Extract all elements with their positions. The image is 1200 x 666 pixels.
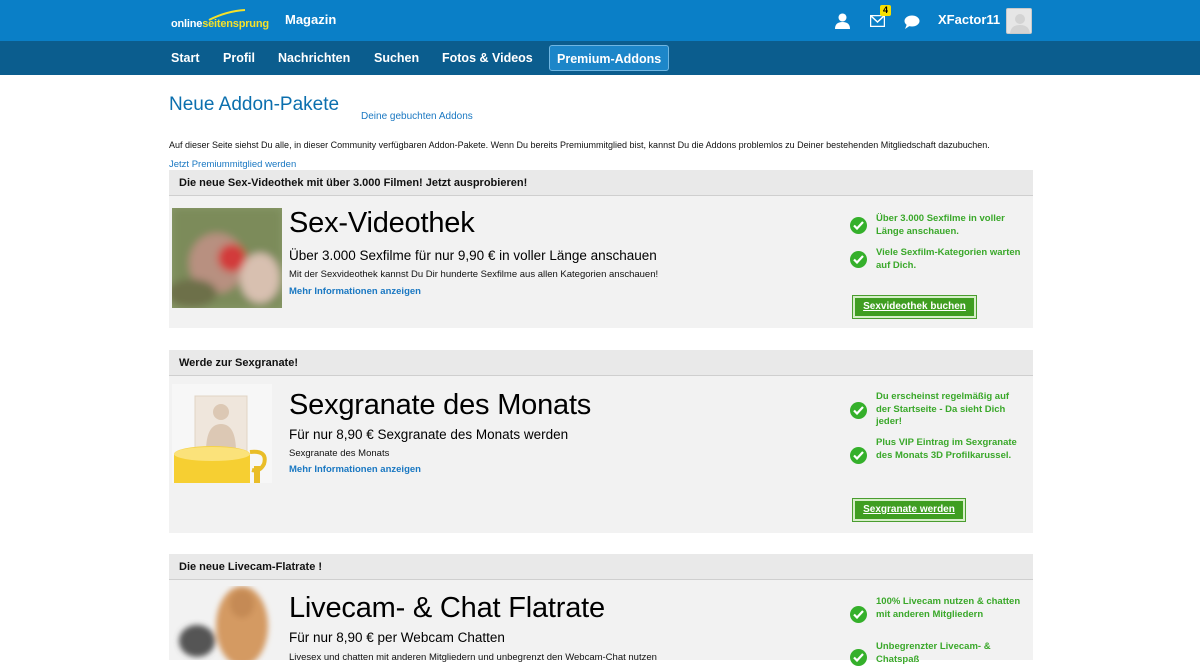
nav-nachrichten[interactable]: Nachrichten (278, 51, 350, 65)
package-livecam-flatrate: Die neue Livecam-Flatrate ! Livecam- & C… (169, 554, 1033, 666)
feature-text: Plus VIP Eintrag im Sexgranate des Monat… (876, 437, 1017, 461)
avatar[interactable] (1006, 8, 1032, 34)
package-image[interactable] (172, 586, 282, 660)
package-body: Livecam- & Chat Flatrate Für nur 8,90 € … (169, 580, 1033, 666)
nav-profil[interactable]: Profil (223, 51, 255, 65)
more-info-link[interactable]: Mehr Informationen anzeigen (289, 464, 421, 475)
username[interactable]: XFactor11 (938, 12, 1000, 27)
check-icon (850, 217, 867, 234)
check-icon (850, 402, 867, 419)
package-sexgranate: Werde zur Sexgranate! Sexgranate des Mon… (169, 350, 1033, 533)
nav-fotos-videos[interactable]: Fotos & Videos (442, 51, 533, 65)
feature-text: 100% Livecam nutzen & chatten mit andere… (876, 596, 1021, 620)
package-name: Sex-Videothek (289, 207, 475, 239)
feature-text: Unbegrenzter Livecam- & Chatspaß (876, 641, 991, 665)
mail-count-badge: 4 (880, 5, 892, 16)
package-description: Sexgranate des Monats (289, 448, 390, 459)
feature-text: Du erscheinst regelmäßig auf der Startse… (876, 391, 1010, 427)
page-title: Neue Addon-Pakete (169, 94, 340, 115)
nav-start[interactable]: Start (171, 51, 199, 65)
chat-bubble-icon[interactable] (904, 15, 920, 34)
package-description: Mit der Sexvideothek kannst Du Dir hunde… (289, 269, 659, 280)
feature-text: Viele Sexfilm-Kategorien warten auf Dich… (876, 247, 1021, 271)
mail-icon[interactable] (869, 14, 886, 32)
package-image[interactable] (172, 208, 282, 308)
nav-suchen[interactable]: Suchen (374, 51, 419, 65)
logo-text: onlineseitensprung (171, 18, 269, 30)
package-header: Die neue Livecam-Flatrate ! (169, 554, 1033, 580)
package-header: Werde zur Sexgranate! (169, 350, 1033, 376)
booked-addons-link[interactable]: Deine gebuchten Addons (361, 111, 473, 122)
site-logo[interactable]: onlineseitensprung (171, 9, 271, 35)
check-icon (850, 649, 867, 666)
main-navigation: Start Profil Nachrichten Suchen Fotos & … (0, 41, 1200, 75)
top-header: onlineseitensprung Magazin 4 XFactor11 (0, 0, 1200, 41)
package-description: Livesex und chatten mit anderen Mitglied… (289, 652, 657, 663)
intro-text: Auf dieser Seite siehst Du alle, in dies… (169, 140, 990, 150)
package-image[interactable] (172, 384, 272, 483)
package-subtitle: Für nur 8,90 € Sexgranate des Monats wer… (289, 427, 569, 442)
package-header: Die neue Sex-Videothek mit über 3.000 Fi… (169, 170, 1033, 196)
package-name: Livecam- & Chat Flatrate (289, 592, 605, 624)
package-name: Sexgranate des Monats (289, 389, 592, 421)
book-videothek-button[interactable]: Sexvideothek buchen (852, 295, 977, 319)
package-body: Sex-Videothek Über 3.000 Sexfilme für nu… (169, 196, 1033, 328)
nav-premium-addons[interactable]: Premium-Addons (549, 45, 670, 71)
check-icon (850, 251, 867, 268)
package-sex-videothek: Die neue Sex-Videothek mit über 3.000 Fi… (169, 170, 1033, 328)
become-sexgranate-button[interactable]: Sexgranate werden (852, 498, 966, 522)
check-icon (850, 606, 867, 623)
user-icon[interactable] (835, 13, 850, 34)
package-subtitle: Für nur 8,90 € per Webcam Chatten (289, 630, 505, 645)
package-body: Sexgranate des Monats Für nur 8,90 € Sex… (169, 376, 1033, 533)
feature-text: Über 3.000 Sexfilme in voller Länge ansc… (876, 213, 1005, 237)
magazin-link[interactable]: Magazin (285, 12, 336, 27)
package-subtitle: Über 3.000 Sexfilme für nur 9,90 € in vo… (289, 248, 657, 263)
premium-member-link[interactable]: Jetzt Premiummitglied werden (169, 159, 296, 170)
check-icon (850, 447, 867, 464)
more-info-link[interactable]: Mehr Informationen anzeigen (289, 286, 421, 297)
